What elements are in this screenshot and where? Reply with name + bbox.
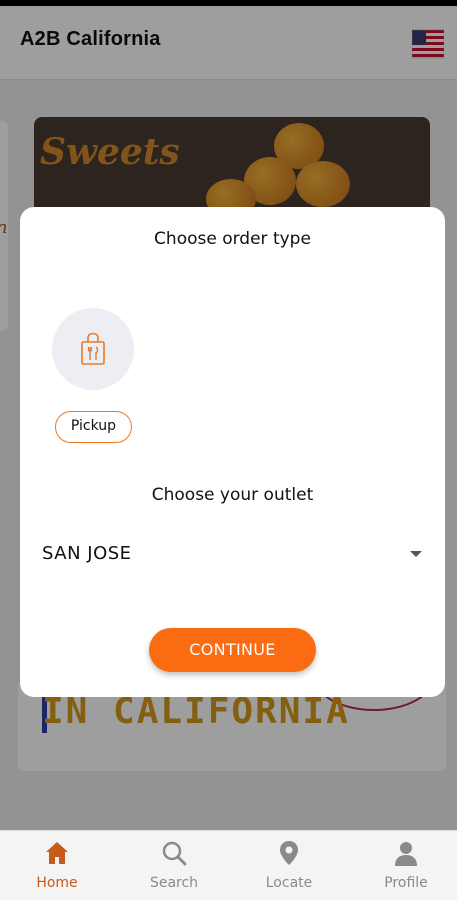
outlet-selected-value: SAN JOSE [42,543,132,564]
outlet-dropdown[interactable]: SAN JOSE [42,537,422,573]
outlet-title: Choose your outlet [151,485,314,505]
nav-label-locate: Locate [265,875,313,891]
location-pin-icon [280,841,298,865]
shopping-bag-icon [81,332,105,365]
dialog-title: Choose order type [154,229,311,249]
nav-label-profile: Profile [384,875,428,891]
bottom-nav: Home Search Locate Profile [0,830,457,900]
continue-button[interactable]: CONTINUE [149,628,316,672]
nav-search[interactable]: Search [117,831,231,900]
pickup-option[interactable] [52,308,134,390]
chevron-down-icon [410,551,422,557]
nav-label-home: Home [36,875,78,891]
nav-label-search: Search [149,875,199,891]
pickup-chip[interactable]: Pickup [55,411,132,443]
home-icon [46,842,68,864]
nav-home[interactable]: Home [0,831,114,900]
search-icon [162,841,187,866]
nav-profile[interactable]: Profile [349,831,457,900]
nav-locate[interactable]: Locate [232,831,346,900]
person-icon [395,842,417,866]
order-type-dialog: Choose order type Pickup Choose your out… [20,207,445,697]
